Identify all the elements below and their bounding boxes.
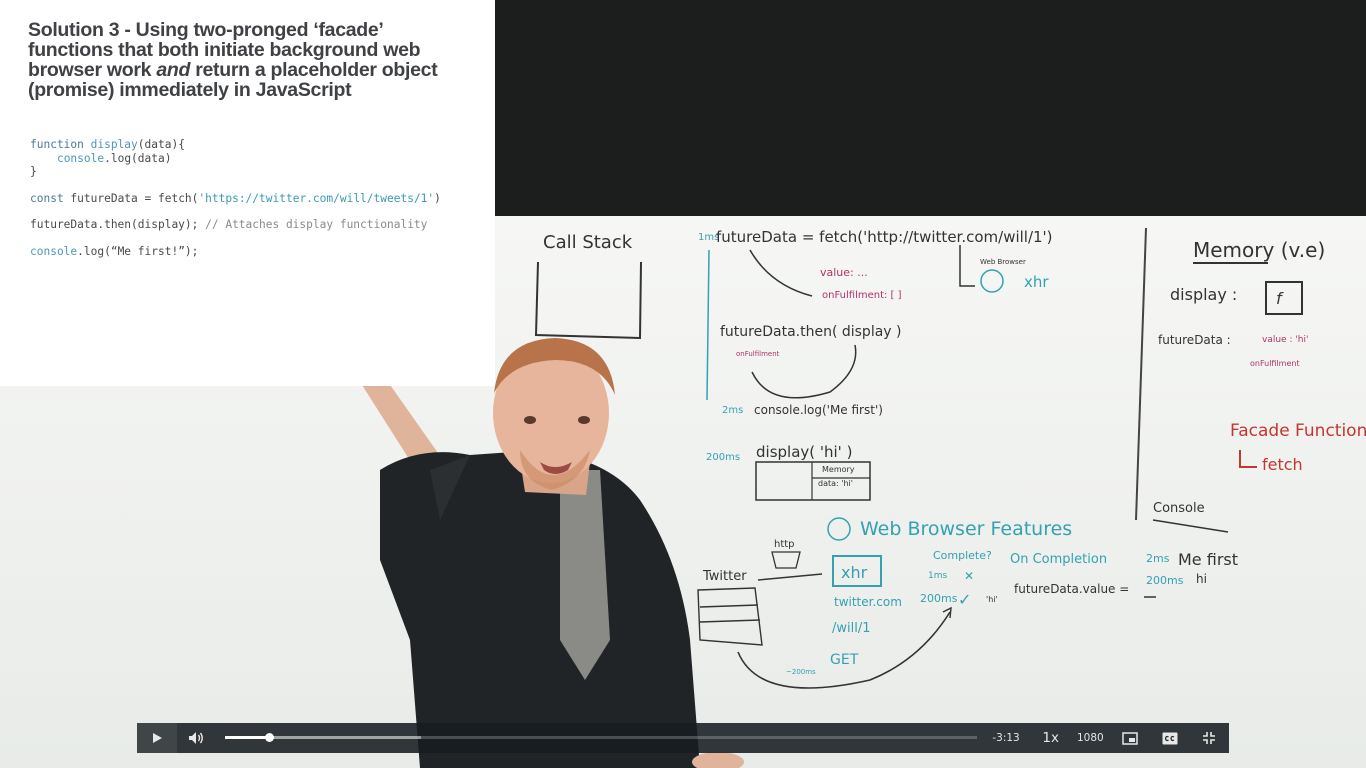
code-line: const futureData = fetch('https://twitte… bbox=[30, 191, 441, 205]
picture-in-picture-button[interactable] bbox=[1110, 723, 1150, 753]
captions-button[interactable] bbox=[1150, 723, 1190, 753]
time-remaining: -3:13 bbox=[992, 732, 1020, 744]
exit-fullscreen-button[interactable] bbox=[1189, 723, 1229, 753]
play-icon bbox=[152, 733, 162, 743]
code-line: console.log(data) bbox=[56, 151, 172, 165]
quality-button[interactable]: 1080 bbox=[1071, 723, 1111, 753]
progress-fill bbox=[225, 736, 269, 739]
volume-button[interactable] bbox=[177, 723, 217, 753]
code-line: function display(data){ bbox=[30, 138, 185, 151]
closed-captions-icon bbox=[1162, 732, 1178, 744]
video-frame[interactable]: Call Stack Memory (v.e) display : f futu… bbox=[0, 0, 1366, 768]
playback-speed-button[interactable]: 1x bbox=[1031, 723, 1071, 753]
progress-handle[interactable] bbox=[264, 733, 274, 742]
slide-panel: Solution 3 - Using two-pronged ‘facade’ … bbox=[0, 0, 495, 386]
code-block: function display(data){ console.log(data… bbox=[30, 138, 470, 258]
code-line: futureData.then(display); // Attaches di… bbox=[30, 218, 428, 231]
volume-icon bbox=[189, 732, 204, 744]
code-line: console.log(“Me first!”); bbox=[30, 244, 199, 258]
slide-title: Solution 3 - Using two-pronged ‘facade’ … bbox=[28, 19, 438, 101]
code-line: } bbox=[30, 165, 37, 178]
exit-fullscreen-icon bbox=[1203, 732, 1216, 744]
progress-slider[interactable] bbox=[225, 723, 978, 753]
picture-in-picture-icon bbox=[1122, 731, 1138, 745]
play-button[interactable] bbox=[137, 723, 177, 753]
video-control-bar: -3:13 1x 1080 bbox=[137, 723, 1229, 753]
